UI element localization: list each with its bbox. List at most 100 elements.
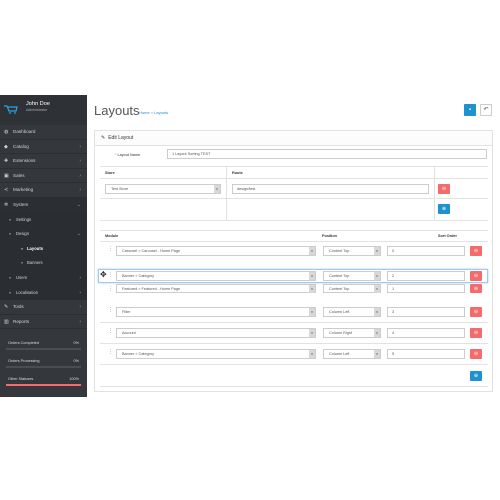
- arrow-right-icon: »: [21, 245, 24, 251]
- select-caret-icon: ▾: [309, 272, 315, 280]
- nav-layouts[interactable]: » Layouts: [0, 241, 87, 257]
- user-profile[interactable]: John Doe Administrator: [0, 95, 87, 125]
- position-select[interactable]: Content Top ▾: [323, 246, 381, 256]
- plus-circle-icon: ⊕: [441, 206, 447, 212]
- panel-heading: ✎ Edit Layout: [95, 131, 492, 146]
- nav-extensions[interactable]: ✚ Extensions ›: [0, 154, 87, 169]
- nav-sales[interactable]: ▣ Sales ›: [0, 169, 87, 184]
- stat-progress-bar: [6, 366, 81, 368]
- nav-settings[interactable]: » Settings: [0, 212, 87, 228]
- nav-marketing[interactable]: ≺ Marketing ›: [0, 183, 87, 198]
- arrow-right-icon: »: [9, 231, 12, 237]
- select-caret-icon: ▾: [214, 185, 220, 193]
- user-name: John Doe: [26, 101, 50, 107]
- nav-dashboard[interactable]: ◍ Dashboard: [0, 125, 87, 140]
- module-select[interactable]: Banner > Category ▾: [116, 271, 316, 281]
- select-caret-icon: ▾: [374, 350, 380, 358]
- drag-handle-icon[interactable]: ⋮: [108, 272, 113, 278]
- add-route-button[interactable]: ⊕: [438, 204, 450, 214]
- module-select[interactable]: Carousel > Carousel - Home Page ▾: [116, 246, 316, 256]
- remove-module-button[interactable]: ⊖: [470, 349, 482, 359]
- remove-module-button[interactable]: ⊖: [470, 246, 482, 256]
- chevron-right-icon: ›: [79, 143, 81, 150]
- user-role: Administrator: [26, 108, 48, 112]
- stat-orders-processing: Orders Processing 0%: [6, 357, 81, 371]
- drag-handle-icon[interactable]: ⋮: [108, 307, 113, 313]
- stat-label: Other Statuses: [8, 377, 34, 382]
- back-button[interactable]: ↶: [480, 104, 492, 116]
- position-select[interactable]: Content Top ▾: [323, 271, 381, 281]
- remove-module-button[interactable]: ⊖: [470, 307, 482, 317]
- sort-order-input[interactable]: 4: [387, 328, 465, 338]
- nav-users[interactable]: » Users ›: [0, 270, 87, 286]
- module-select[interactable]: Featured > Featured - Home Page ▾: [116, 284, 316, 293]
- sort-order-input[interactable]: 3: [387, 307, 465, 317]
- arrow-right-icon: »: [21, 260, 24, 266]
- position-select-value: Column Left: [329, 310, 350, 314]
- position-select-value: Content Top: [329, 287, 350, 291]
- position-select[interactable]: Column Right ▾: [323, 328, 381, 338]
- nav-tools[interactable]: ✎ Tools ›: [0, 300, 87, 315]
- drag-handle-icon[interactable]: ⋮: [108, 349, 113, 355]
- sort-order-input[interactable]: 1: [387, 284, 465, 293]
- stat-label: Orders Processing: [8, 359, 40, 364]
- drag-handle-icon[interactable]: ⋮: [108, 286, 113, 292]
- select-caret-icon: ▾: [309, 247, 315, 255]
- position-select[interactable]: Content Top ▾: [323, 284, 381, 293]
- store-select[interactable]: Test Store ▾: [105, 184, 221, 194]
- nav-dashboard-label: Dashboard: [13, 129, 36, 134]
- module-select[interactable]: Banner > Category ▾: [116, 349, 316, 359]
- breadcrumb-home[interactable]: Home: [139, 110, 150, 115]
- stat-label: Orders Completed: [8, 341, 40, 346]
- chevron-right-icon: ›: [79, 318, 81, 325]
- drag-handle-icon[interactable]: ⋮: [108, 246, 113, 252]
- select-caret-icon: ▾: [309, 308, 315, 316]
- minus-circle-icon: ⊖: [473, 309, 479, 315]
- route-input[interactable]: design/test: [232, 184, 429, 194]
- stat-orders-completed: Orders Completed 0%: [6, 339, 81, 353]
- stat-value: 0%: [73, 341, 80, 346]
- minus-circle-icon: ⊖: [473, 273, 479, 279]
- divider: [434, 166, 435, 220]
- layout-name-input[interactable]: 1 Layout Sorting TEST: [167, 149, 487, 159]
- remove-route-button[interactable]: ⊖: [438, 184, 450, 194]
- module-select[interactable]: Filter ▾: [116, 307, 316, 317]
- chevron-right-icon: ›: [79, 187, 81, 194]
- module-select-value: Filter: [122, 310, 131, 314]
- nav-catalog[interactable]: ◆ Catalog ›: [0, 140, 87, 155]
- stat-progress-bar: [6, 384, 81, 386]
- nav-extensions-label: Extensions: [13, 158, 36, 164]
- nav-reports[interactable]: ▥ Reports ›: [0, 315, 87, 330]
- nav-system[interactable]: ✲ System ⌄: [0, 197, 87, 213]
- position-select[interactable]: Column Left ▾: [323, 349, 381, 359]
- remove-module-button[interactable]: ⊖: [470, 271, 482, 281]
- position-select-value: Content Top: [329, 249, 350, 253]
- breadcrumb-current[interactable]: Layouts: [154, 110, 168, 115]
- select-caret-icon: ▾: [374, 247, 380, 255]
- save-button[interactable]: ▪: [464, 104, 476, 116]
- sort-order-input[interactable]: 0: [387, 246, 465, 256]
- module-select-value: Account: [122, 331, 136, 335]
- drag-handle-icon[interactable]: ⋮: [108, 328, 113, 334]
- minus-circle-icon: ⊖: [473, 286, 479, 292]
- add-module-button[interactable]: ⊕: [470, 371, 482, 381]
- remove-module-button[interactable]: ⊖: [470, 284, 482, 293]
- remove-module-button[interactable]: ⊖: [470, 328, 482, 338]
- module-select[interactable]: Account ▾: [116, 328, 316, 338]
- store-column-header: Store: [105, 171, 115, 175]
- pencil-icon: ✎: [101, 135, 106, 141]
- nav-design[interactable]: » Design ⌄: [0, 227, 87, 242]
- position-select[interactable]: Column Left ▾: [323, 307, 381, 317]
- chevron-right-icon: ›: [79, 289, 81, 296]
- divider: [100, 198, 488, 199]
- sort-order-input[interactable]: 2: [387, 271, 465, 281]
- sort-order-input[interactable]: 5: [387, 349, 465, 359]
- select-caret-icon: ▾: [309, 350, 315, 358]
- save-icon: ▪: [468, 107, 472, 113]
- divider: [100, 230, 488, 231]
- module-column-header: Module: [105, 234, 119, 238]
- nav-banners[interactable]: » Banners: [0, 256, 87, 271]
- nav-localisation[interactable]: » Localisation ›: [0, 285, 87, 301]
- module-row-dragging[interactable]: ✥ ⋮ Banner > Category ▾ Content Top ▾ 2 ⊖: [98, 269, 488, 283]
- reply-icon: ↶: [483, 107, 489, 113]
